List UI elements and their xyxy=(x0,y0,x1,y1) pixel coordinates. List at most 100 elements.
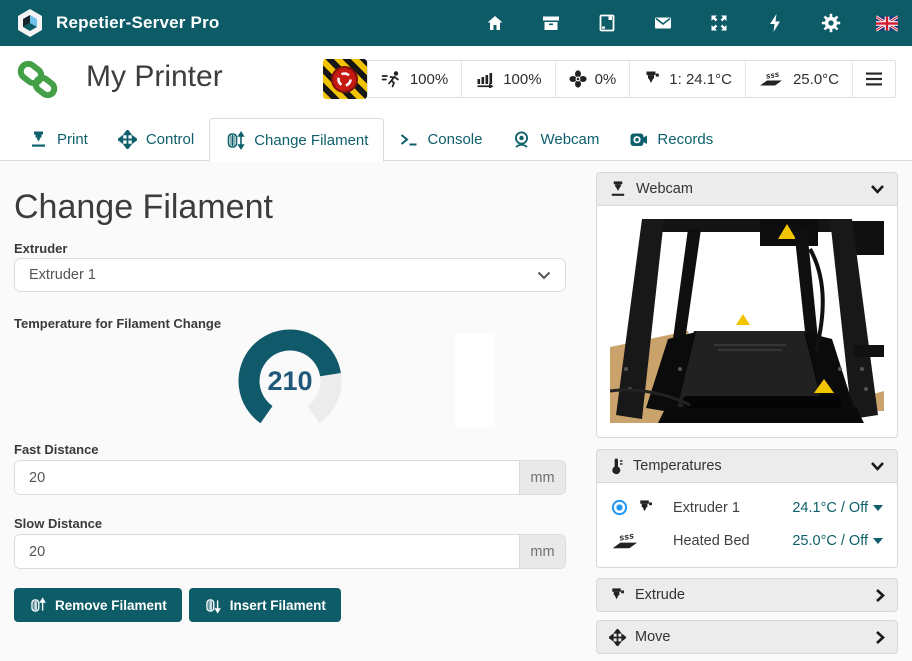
flow-value: 100% xyxy=(503,71,541,88)
printer-menu-button[interactable] xyxy=(852,61,895,97)
messages-icon[interactable] xyxy=(652,12,674,34)
speed-runner-icon xyxy=(381,70,402,88)
heated-bed-icon: sss xyxy=(759,70,785,88)
tab-webcam-label: Webcam xyxy=(540,131,599,148)
hamburger-menu-icon xyxy=(866,72,882,86)
page-title: Change Filament xyxy=(14,188,273,227)
archive-box-icon[interactable] xyxy=(540,12,562,34)
slow-distance-input[interactable] xyxy=(15,535,519,568)
status-segments: 100% 100% 0% 1: 24.1°C sss 25.0°C xyxy=(367,60,896,98)
speed-status[interactable]: 100% xyxy=(368,61,461,97)
extruder-temp-dropdown[interactable]: 24.1°C / Off xyxy=(792,500,883,516)
webcam-panel-header[interactable]: Webcam xyxy=(596,172,898,206)
chevron-down-icon xyxy=(537,271,551,280)
fan-status[interactable]: 0% xyxy=(555,61,630,97)
remove-filament-button[interactable]: Remove Filament xyxy=(14,588,182,622)
extruder-select[interactable]: Extruder 1 xyxy=(14,258,566,292)
home-icon[interactable] xyxy=(484,12,506,34)
printer-name-title: My Printer xyxy=(86,60,223,94)
bed-temp-dropdown[interactable]: 25.0°C / Off xyxy=(792,533,883,549)
bed-temp-status[interactable]: sss 25.0°C xyxy=(745,61,852,97)
console-icon xyxy=(399,131,418,148)
extruder-temp-value: 1: 24.1°C xyxy=(669,71,732,88)
printer-status-bar: 100% 100% 0% 1: 24.1°C sss 25.0°C xyxy=(323,59,896,99)
extruder-select-value: Extruder 1 xyxy=(29,267,96,283)
heated-bed-icon: sss xyxy=(611,531,641,551)
tab-webcam[interactable]: Webcam xyxy=(497,118,614,161)
extruder-temp-status[interactable]: 1: 24.1°C xyxy=(629,61,745,97)
bed-temp-value: 25.0°C xyxy=(793,71,839,88)
tab-records[interactable]: Records xyxy=(614,118,728,161)
language-flag-icon[interactable] xyxy=(876,12,898,34)
top-nav-icons xyxy=(484,0,898,46)
fan-icon xyxy=(569,70,587,88)
insert-filament-label: Insert Filament xyxy=(230,598,326,613)
fast-distance-input[interactable] xyxy=(15,461,519,494)
slow-distance-unit: mm xyxy=(519,535,565,568)
active-target-icon[interactable] xyxy=(611,499,628,516)
tab-control[interactable]: Control xyxy=(103,118,209,161)
power-bolt-icon[interactable] xyxy=(764,12,786,34)
temperatures-panel-body: Extruder 1 24.1°C / Off sss Heated Bed 2… xyxy=(596,483,898,568)
emergency-stop-button[interactable] xyxy=(323,59,367,99)
tab-console[interactable]: Console xyxy=(384,118,497,161)
connection-link-icon xyxy=(14,56,62,109)
tab-change-filament[interactable]: Change Filament xyxy=(209,118,384,162)
temperature-label: Temperature for Filament Change xyxy=(14,316,221,331)
change-filament-icon xyxy=(225,131,245,150)
print-icon xyxy=(29,130,48,149)
temperatures-panel-title: Temperatures xyxy=(633,458,722,474)
tab-print-label: Print xyxy=(57,131,88,148)
tab-control-label: Control xyxy=(146,131,194,148)
webcam-stream-image[interactable] xyxy=(610,219,884,423)
filament-up-icon xyxy=(29,597,46,614)
tab-change-filament-label: Change Filament xyxy=(254,132,368,149)
extruder-temp-row: Extruder 1 24.1°C / Off xyxy=(597,491,897,523)
move-panel-header[interactable]: Move xyxy=(596,620,898,654)
bed-temp-reading: 25.0°C / Off xyxy=(792,533,868,549)
insert-filament-button[interactable]: Insert Filament xyxy=(189,588,341,622)
bed-row-icons: sss xyxy=(611,531,663,551)
model-box-icon[interactable] xyxy=(596,12,618,34)
fast-distance-label: Fast Distance xyxy=(14,442,99,457)
temperatures-panel-header[interactable]: Temperatures xyxy=(596,449,898,483)
extruder-nozzle-icon xyxy=(609,587,626,604)
remove-filament-label: Remove Filament xyxy=(55,598,167,613)
slow-distance-label: Slow Distance xyxy=(14,516,102,531)
extruder-row-name: Extruder 1 xyxy=(673,500,740,516)
heated-bed-temp-row: sss Heated Bed 25.0°C / Off xyxy=(597,523,897,558)
gauge-edit-box[interactable] xyxy=(455,333,495,428)
move-panel-title: Move xyxy=(635,629,670,645)
extruder-row-icons xyxy=(611,499,663,516)
repetier-logo-icon[interactable] xyxy=(14,7,46,39)
thermometer-icon xyxy=(609,457,624,475)
extruder-nozzle-icon xyxy=(643,70,661,88)
brand-title: Repetier-Server Pro xyxy=(56,13,219,33)
extruder-nozzle-icon xyxy=(637,499,654,516)
webcam-panel-body xyxy=(596,206,898,438)
tab-records-label: Records xyxy=(657,131,713,148)
top-navigation-bar: Repetier-Server Pro xyxy=(0,0,912,46)
flow-status[interactable]: 100% xyxy=(461,61,554,97)
fan-value: 0% xyxy=(595,71,617,88)
temperature-gauge[interactable]: 210 xyxy=(235,326,345,436)
caret-down-icon xyxy=(873,505,883,511)
extrude-panel-header[interactable]: Extrude xyxy=(596,578,898,612)
chevron-down-icon xyxy=(870,184,885,194)
tab-print[interactable]: Print xyxy=(14,118,103,161)
filament-actions: Remove Filament Insert Filament xyxy=(14,588,341,622)
webcam-icon xyxy=(512,130,531,149)
bed-row-name: Heated Bed xyxy=(673,533,750,549)
fast-distance-group: mm xyxy=(14,460,566,495)
slow-distance-group: mm xyxy=(14,534,566,569)
emergency-stop-reset-icon xyxy=(331,66,358,93)
extruder-label: Extruder xyxy=(14,241,67,256)
svg-text:sss: sss xyxy=(618,531,634,543)
expand-arrows-icon[interactable] xyxy=(708,12,730,34)
chevron-right-icon xyxy=(875,630,885,645)
fast-distance-unit: mm xyxy=(519,461,565,494)
caret-down-icon xyxy=(873,538,883,544)
settings-gear-icon[interactable] xyxy=(820,12,842,34)
printer-tabs: Print Control Change Filament Console We… xyxy=(14,118,728,161)
extrude-panel-title: Extrude xyxy=(635,587,685,603)
